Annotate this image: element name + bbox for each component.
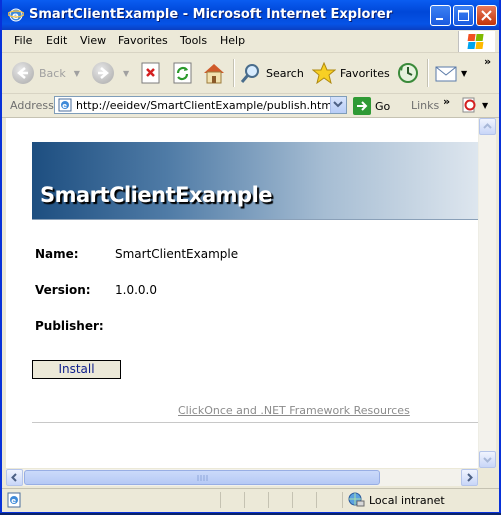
clickonce-resources-link[interactable]: ClickOnce and .NET Framework Resources <box>178 404 410 417</box>
address-input[interactable]: e http://eeidev/SmartClientExample/publi… <box>54 96 347 114</box>
search-button[interactable]: Search <box>240 59 304 87</box>
toolbar-separator <box>233 59 235 87</box>
research-icon <box>462 97 476 113</box>
page-content: SmartClientExample Name: SmartClientExam… <box>6 118 478 468</box>
mail-dropdown-icon[interactable]: ▼ <box>461 69 467 78</box>
status-pane <box>292 492 293 508</box>
history-icon <box>398 63 418 83</box>
toolbar-overflow-icon[interactable]: » <box>484 55 491 68</box>
forward-arrow-icon <box>92 62 114 84</box>
status-bar: e Local intranet <box>2 488 499 512</box>
security-zone[interactable]: Local intranet <box>347 492 445 508</box>
favorites-label: Favorites <box>340 66 390 80</box>
menu-help[interactable]: Help <box>220 34 245 47</box>
forward-button[interactable]: ▼ <box>92 59 129 87</box>
go-button[interactable]: Go <box>353 97 390 115</box>
status-pane <box>268 492 269 508</box>
horizontal-scrollbar[interactable] <box>6 469 478 486</box>
header-banner: SmartClientExample <box>32 142 478 220</box>
svg-text:e: e <box>62 102 67 110</box>
window-title: SmartClientExample - Microsoft Internet … <box>29 7 393 22</box>
standard-toolbar: Back ▼ ▼ Search Favorites ▼ » <box>2 53 499 94</box>
close-button[interactable] <box>476 5 497 26</box>
links-overflow-icon[interactable]: » <box>443 95 450 108</box>
back-label: Back <box>39 66 66 80</box>
go-label: Go <box>375 99 391 113</box>
back-dropdown-icon[interactable]: ▼ <box>74 69 80 78</box>
windows-logo-icon <box>458 31 495 52</box>
forward-dropdown-icon[interactable]: ▼ <box>123 69 129 78</box>
vertical-scrollbar[interactable] <box>478 118 496 468</box>
address-label: Address <box>10 99 54 112</box>
address-bar: Address e http://eeidev/SmartClientExamp… <box>2 94 499 118</box>
scrollbar-corner <box>478 469 495 486</box>
go-arrow-icon <box>353 97 371 115</box>
stop-button[interactable] <box>140 59 162 87</box>
minimize-icon <box>436 18 443 20</box>
chevron-up-icon <box>483 123 492 129</box>
status-pane <box>342 492 343 508</box>
mail-icon <box>435 66 457 82</box>
chevron-left-icon <box>11 473 17 482</box>
publisher-label: Publisher: <box>35 319 104 333</box>
status-pane <box>220 492 221 508</box>
ie-window: e SmartClientExample - Microsoft Interne… <box>0 0 501 513</box>
chevron-right-icon <box>467 473 473 482</box>
maximize-icon <box>458 10 469 21</box>
back-button[interactable]: Back ▼ <box>12 59 80 87</box>
close-icon <box>481 10 492 21</box>
scroll-thumb[interactable] <box>24 470 380 485</box>
home-icon <box>204 64 224 84</box>
research-button[interactable]: ▼ <box>462 97 488 113</box>
favorites-button[interactable]: Favorites <box>312 59 390 87</box>
grip-icon <box>197 475 208 481</box>
divider <box>32 422 478 423</box>
minimize-button[interactable] <box>430 5 451 26</box>
version-value: 1.0.0.0 <box>115 283 157 297</box>
status-pane <box>244 492 245 508</box>
scroll-up-button[interactable] <box>479 118 496 135</box>
chevron-down-icon <box>483 457 492 463</box>
status-pane <box>316 492 317 508</box>
title-bar[interactable]: e SmartClientExample - Microsoft Interne… <box>2 0 499 30</box>
back-arrow-icon <box>12 62 34 84</box>
history-button[interactable] <box>396 59 420 87</box>
banner-title: SmartClientExample <box>40 183 273 207</box>
toolbar-separator <box>427 59 429 87</box>
menu-bar: File Edit View Favorites Tools Help <box>2 30 499 53</box>
zone-label: Local intranet <box>369 493 445 507</box>
stop-icon <box>141 62 160 84</box>
home-button[interactable] <box>202 59 226 87</box>
menu-view[interactable]: View <box>80 34 106 47</box>
menu-tools[interactable]: Tools <box>180 34 207 47</box>
chevron-down-icon <box>333 101 343 108</box>
scroll-down-button[interactable] <box>479 451 496 468</box>
version-label: Version: <box>35 283 91 297</box>
links-label[interactable]: Links <box>411 99 439 112</box>
scroll-left-button[interactable] <box>6 469 23 486</box>
local-intranet-icon <box>348 492 365 507</box>
install-button[interactable]: Install <box>32 360 121 379</box>
page-icon: e <box>58 98 72 112</box>
menu-favorites[interactable]: Favorites <box>118 34 168 47</box>
address-url: http://eeidev/SmartClientExample/publish… <box>76 99 333 112</box>
favorites-star-icon <box>312 62 336 84</box>
maximize-button[interactable] <box>453 5 474 26</box>
address-dropdown-button[interactable] <box>330 97 346 113</box>
name-label: Name: <box>35 247 79 261</box>
mail-button[interactable]: ▼ <box>435 59 467 87</box>
search-icon <box>240 64 259 83</box>
menu-edit[interactable]: Edit <box>46 34 67 47</box>
page-done-icon: e <box>7 492 21 508</box>
refresh-icon <box>173 62 192 84</box>
svg-text:e: e <box>11 497 16 505</box>
search-label: Search <box>266 66 304 80</box>
research-dropdown-icon[interactable]: ▼ <box>482 101 488 110</box>
scroll-right-button[interactable] <box>461 469 478 486</box>
ie-logo-icon: e <box>8 8 24 22</box>
refresh-button[interactable] <box>172 59 194 87</box>
menu-file[interactable]: File <box>14 34 32 47</box>
name-value: SmartClientExample <box>115 247 239 261</box>
